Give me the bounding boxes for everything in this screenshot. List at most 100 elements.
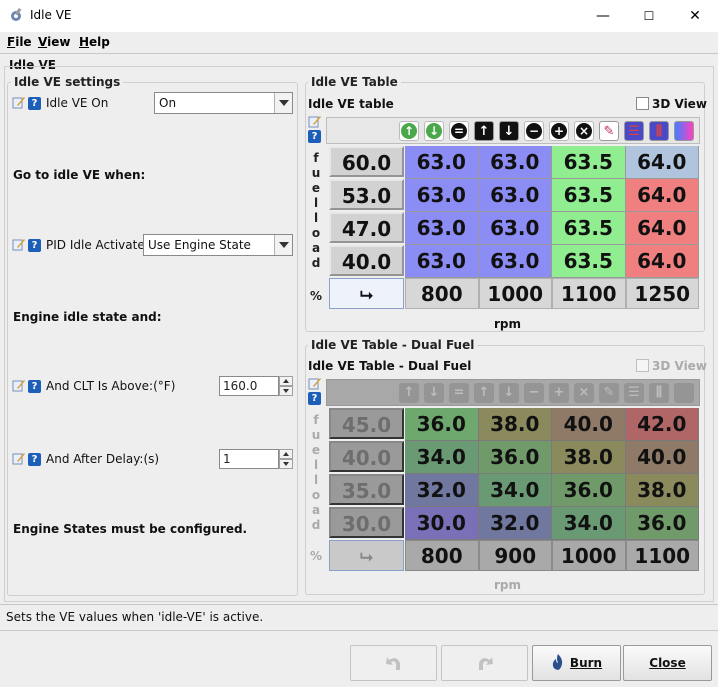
table-cell[interactable]: 34.0 xyxy=(405,441,479,474)
pencil-icon[interactable]: ✎ xyxy=(599,121,619,141)
table-cell[interactable]: 63.0 xyxy=(405,179,479,212)
table-cell[interactable]: 63.0 xyxy=(478,212,552,245)
axis-swap-icon[interactable]: ⮡ xyxy=(329,540,404,571)
table-cell[interactable]: 63.5 xyxy=(552,212,626,245)
column-header[interactable]: 1000 xyxy=(552,540,626,571)
column-header[interactable]: 1100 xyxy=(552,278,626,309)
row-header[interactable]: 60.0 xyxy=(329,146,404,177)
gradient-icon[interactable] xyxy=(674,121,694,141)
down-arrow-circle-icon[interactable]: ↓ xyxy=(424,383,444,403)
table-cell[interactable]: 42.0 xyxy=(625,408,699,441)
up-arrow-circle-icon[interactable]: ↑ xyxy=(399,383,419,403)
undo-button[interactable] xyxy=(350,645,437,681)
close-button[interactable]: Close xyxy=(623,645,712,681)
redo-button[interactable] xyxy=(441,645,528,681)
axis-swap-icon[interactable]: ⮡ xyxy=(329,278,404,309)
table-cell[interactable]: 64.0 xyxy=(625,245,699,278)
down-arrow-icon[interactable]: ↓ xyxy=(499,383,519,403)
horizontal-bars-icon[interactable]: ☰ xyxy=(624,383,644,403)
pid-idle-select[interactable]: Use Engine State xyxy=(143,234,293,256)
table-cell[interactable]: 64.0 xyxy=(625,179,699,212)
close-window-button[interactable]: ✕ xyxy=(672,0,718,32)
row-header[interactable]: 40.0 xyxy=(329,245,404,276)
table-cell[interactable]: 63.5 xyxy=(552,146,626,179)
multiply-icon[interactable]: × xyxy=(574,383,594,403)
row-header[interactable]: 30.0 xyxy=(329,507,404,538)
table-cell[interactable]: 34.0 xyxy=(478,474,552,507)
equals-icon[interactable]: = xyxy=(449,121,469,141)
column-header[interactable]: 800 xyxy=(405,540,479,571)
table-cell[interactable]: 63.0 xyxy=(405,245,479,278)
column-header[interactable]: 1000 xyxy=(478,278,552,309)
burn-button[interactable]: Burn xyxy=(532,645,621,681)
idle-ve-on-select[interactable]: On xyxy=(154,92,293,114)
pencil-icon[interactable] xyxy=(12,451,26,465)
pencil-icon[interactable]: ✎ xyxy=(599,383,619,403)
chevron-down-icon[interactable] xyxy=(274,93,292,113)
up-arrow-icon[interactable]: ↑ xyxy=(474,121,494,141)
column-header[interactable]: 1100 xyxy=(625,540,699,571)
horizontal-bars-icon[interactable]: ☰ xyxy=(624,121,644,141)
vertical-bars-icon[interactable]: ⫼ xyxy=(649,121,669,141)
delay-input[interactable]: 1 xyxy=(219,449,293,469)
row-header[interactable]: 53.0 xyxy=(329,179,404,210)
table-cell[interactable]: 36.0 xyxy=(478,441,552,474)
table-cell[interactable]: 32.0 xyxy=(478,507,552,540)
chevron-down-icon[interactable] xyxy=(274,235,292,255)
pencil-icon[interactable] xyxy=(308,114,322,128)
column-header[interactable]: 800 xyxy=(405,278,479,309)
table-cell[interactable]: 36.0 xyxy=(625,507,699,540)
up-arrow-circle-icon[interactable]: ↑ xyxy=(399,121,419,141)
help-icon[interactable]: ? xyxy=(28,239,41,252)
help-icon[interactable]: ? xyxy=(28,380,41,393)
pencil-icon[interactable] xyxy=(12,95,26,109)
minimize-button[interactable]: — xyxy=(580,0,626,32)
menu-file[interactable]: File xyxy=(7,35,32,49)
table-cell[interactable]: 38.0 xyxy=(625,474,699,507)
menu-view[interactable]: View xyxy=(38,35,70,49)
table-cell[interactable]: 38.0 xyxy=(478,408,552,441)
table-cell[interactable]: 63.0 xyxy=(478,179,552,212)
table2-3d-checkbox[interactable] xyxy=(636,359,649,372)
table-cell[interactable]: 63.0 xyxy=(405,146,479,179)
table-cell[interactable]: 32.0 xyxy=(405,474,479,507)
spin-down-icon[interactable] xyxy=(279,459,293,469)
row-header[interactable]: 40.0 xyxy=(329,441,404,472)
help-icon[interactable]: ? xyxy=(28,453,41,466)
down-arrow-icon[interactable]: ↓ xyxy=(499,121,519,141)
table-cell[interactable]: 36.0 xyxy=(552,474,626,507)
menu-help[interactable]: Help xyxy=(79,35,110,49)
table-cell[interactable]: 40.0 xyxy=(625,441,699,474)
table-cell[interactable]: 36.0 xyxy=(405,408,479,441)
help-icon[interactable]: ? xyxy=(308,130,321,143)
minus-icon[interactable]: − xyxy=(524,121,544,141)
pencil-icon[interactable] xyxy=(308,376,322,390)
pencil-icon[interactable] xyxy=(12,378,26,392)
help-icon[interactable]: ? xyxy=(308,392,321,405)
minus-icon[interactable]: − xyxy=(524,383,544,403)
up-arrow-icon[interactable]: ↑ xyxy=(474,383,494,403)
help-icon[interactable]: ? xyxy=(28,97,41,110)
vertical-bars-icon[interactable]: ⫼ xyxy=(649,383,669,403)
column-header[interactable]: 1250 xyxy=(625,278,699,309)
spin-up-icon[interactable] xyxy=(279,376,293,386)
spin-up-icon[interactable] xyxy=(279,449,293,459)
table-cell[interactable]: 63.0 xyxy=(478,245,552,278)
maximize-button[interactable]: ☐ xyxy=(626,0,672,32)
table-cell[interactable]: 63.5 xyxy=(552,179,626,212)
table-cell[interactable]: 64.0 xyxy=(625,212,699,245)
table-cell[interactable]: 30.0 xyxy=(405,507,479,540)
down-arrow-circle-icon[interactable]: ↓ xyxy=(424,121,444,141)
row-header[interactable]: 45.0 xyxy=(329,408,404,439)
plus-icon[interactable]: + xyxy=(549,383,569,403)
plus-icon[interactable]: + xyxy=(549,121,569,141)
table-cell[interactable]: 34.0 xyxy=(552,507,626,540)
clt-input[interactable]: 160.0 xyxy=(219,376,293,396)
row-header[interactable]: 47.0 xyxy=(329,212,404,243)
gradient-icon[interactable] xyxy=(674,383,694,403)
equals-icon[interactable]: = xyxy=(449,383,469,403)
table-cell[interactable]: 63.5 xyxy=(552,245,626,278)
table-cell[interactable]: 64.0 xyxy=(625,146,699,179)
spin-down-icon[interactable] xyxy=(279,386,293,396)
column-header[interactable]: 900 xyxy=(478,540,552,571)
